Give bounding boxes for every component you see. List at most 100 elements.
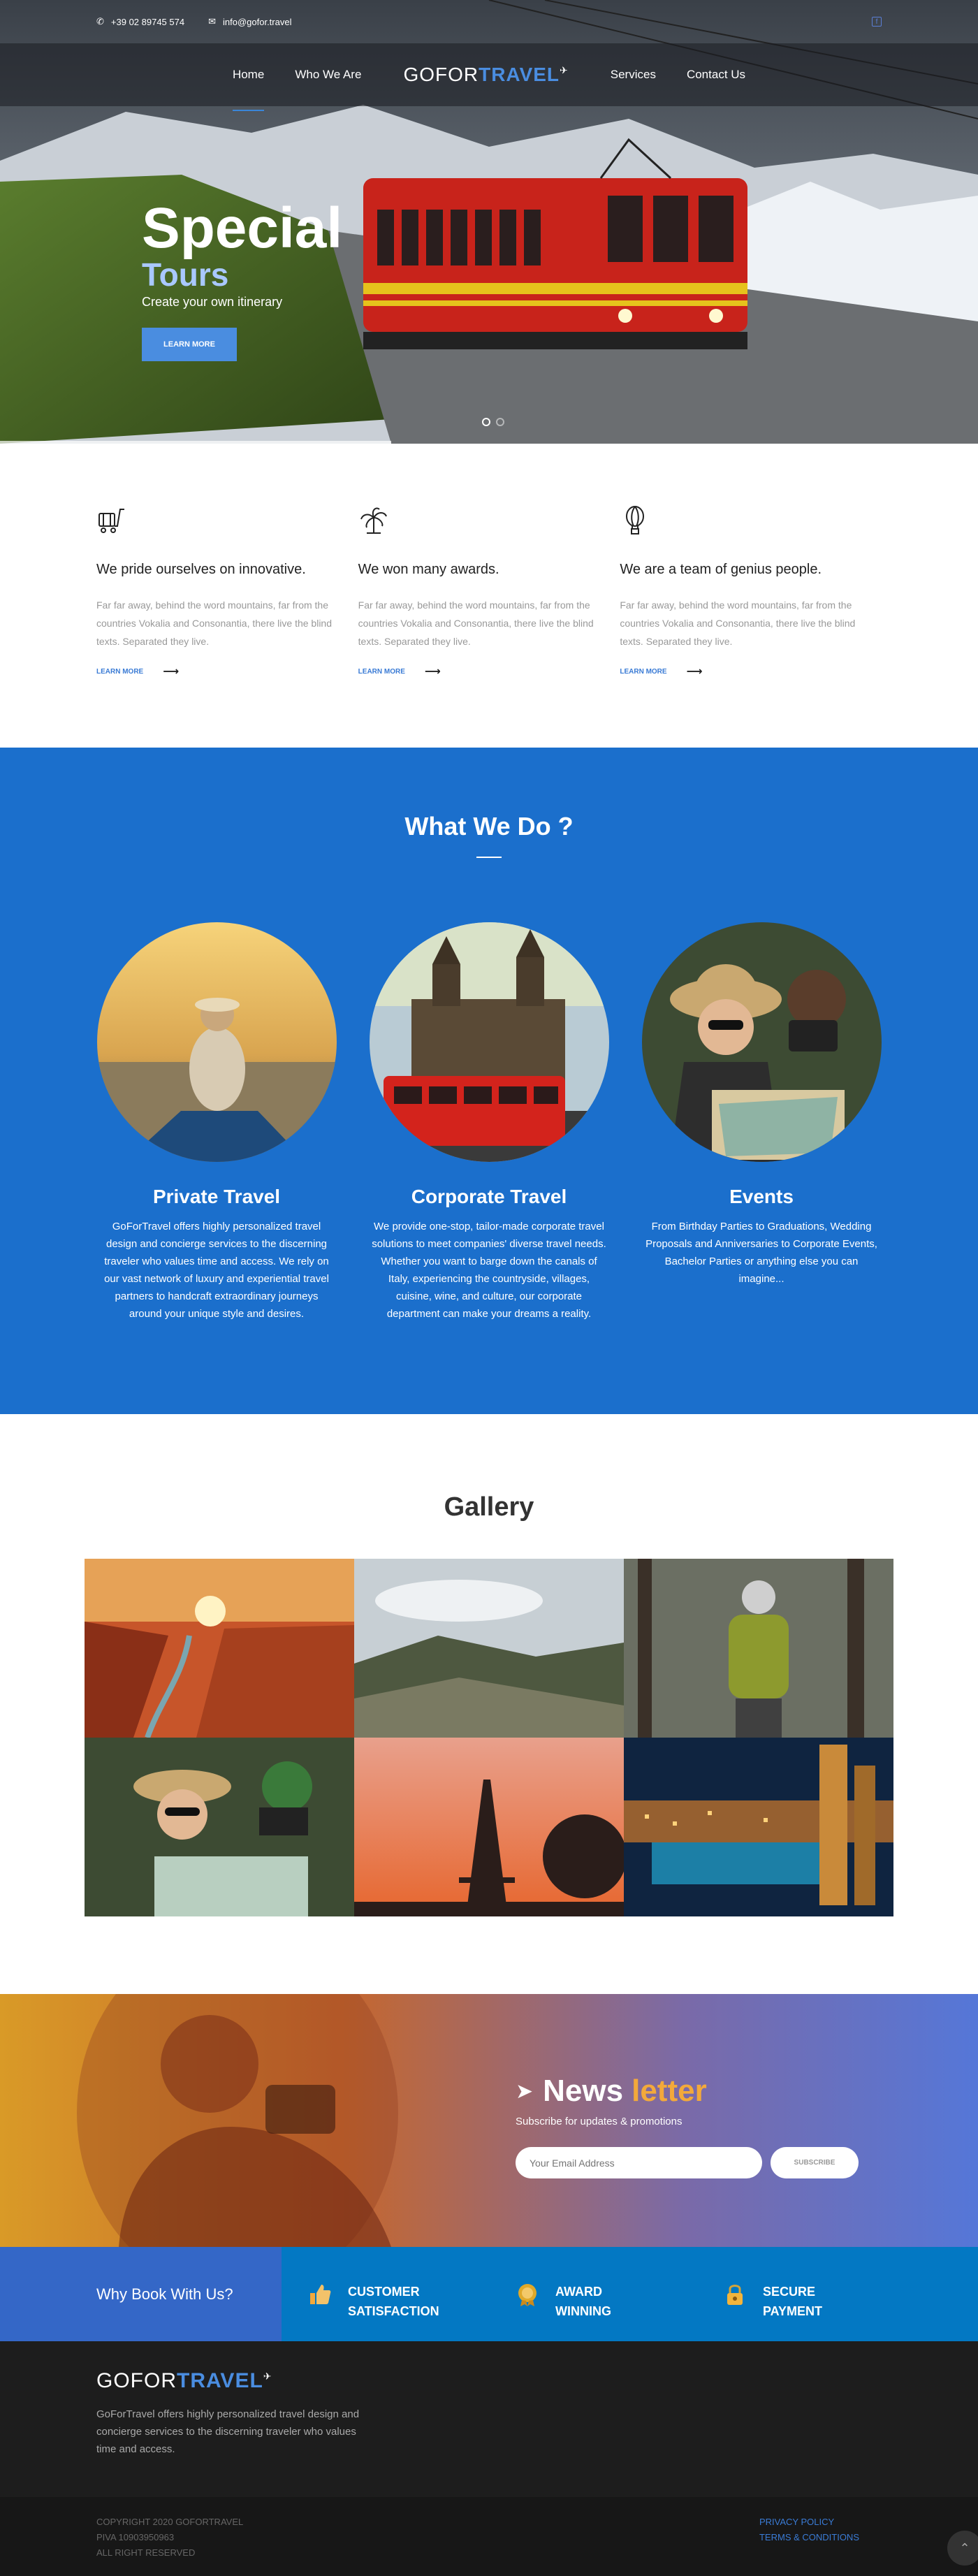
slider-dot[interactable] [496, 418, 504, 426]
why-item-line1: AWARD [555, 2285, 602, 2299]
palm-tree-icon [360, 507, 387, 534]
hot-air-balloon-icon [626, 506, 645, 534]
nav-services[interactable]: Services [611, 59, 656, 90]
why-item-label: SECURE PAYMENT [763, 2282, 868, 2321]
top-bar: ✆ +39 02 89745 574 ✉ info@gofor.travel f [0, 0, 978, 43]
why-book-title: Why Book With Us? [0, 2247, 282, 2341]
award-medal-icon [518, 2284, 537, 2306]
nav-contact-us[interactable]: Contact Us [687, 59, 745, 90]
feature-learn-more-link[interactable]: LEARN MORE ⟶ [620, 664, 882, 678]
slider-dot-active[interactable] [482, 418, 490, 426]
service-item: Private Travel GoForTravel offers highly… [91, 922, 342, 1323]
gallery-section: Gallery [0, 1414, 978, 1994]
arrow-right-icon: ⟶ [163, 666, 180, 678]
why-book-section: Why Book With Us? CUSTOMER SATISFACTION A… [0, 2247, 978, 2341]
thumbs-up-icon [310, 2285, 331, 2304]
why-item-line2: WINNING [555, 2304, 611, 2318]
hero-learn-more-button[interactable]: LEARN MORE [142, 328, 237, 361]
hero-title: Special [142, 196, 343, 260]
service-title: Private Travel [152, 1186, 281, 1207]
service-text: From Birthday Parties to Graduations, We… [645, 1221, 877, 1285]
why-item-label: AWARD WINNING [555, 2282, 660, 2321]
arrow-right-icon: ⟶ [424, 666, 441, 678]
learn-more-label: LEARN MORE [96, 667, 144, 676]
newsletter-title-a: News [543, 2074, 624, 2108]
newsletter-title-b: letter [632, 2074, 707, 2108]
hero-section: ✆ +39 02 89745 574 ✉ info@gofor.travel f… [0, 0, 978, 444]
legal-info: COPYRIGHT 2020 GOFORTRAVEL PIVA 10903950… [96, 2515, 243, 2559]
phone-contact[interactable]: ✆ +39 02 89745 574 [96, 16, 184, 27]
why-item: CUSTOMER SATISFACTION [307, 2282, 489, 2341]
nav-home[interactable]: Home [232, 59, 265, 111]
phone-number: +39 02 89745 574 [110, 16, 185, 27]
footer-logo-b: TRAVEL [177, 2369, 263, 2392]
feature-learn-more-link[interactable]: LEARN MORE ⟶ [358, 664, 620, 678]
feature-title: We pride ourselves on innovative. [96, 562, 306, 577]
learn-more-label: LEARN MORE [620, 667, 667, 676]
section-title: What We Do ? [404, 812, 574, 841]
why-item-line1: SECURE [763, 2285, 816, 2299]
subscribe-button[interactable]: SUBSCRIBE [771, 2147, 859, 2178]
gallery-image-mountain-valley[interactable] [354, 1559, 624, 1738]
slider-progress-bar [0, 441, 391, 444]
service-title: Events [729, 1186, 794, 1207]
piva-text: PIVA 10903950963 [96, 2532, 175, 2542]
newsletter-content: ➤ News letter Subscribe for updates & prom… [516, 2074, 859, 2178]
service-item: Events From Birthday Parties to Graduati… [636, 922, 887, 1323]
email-contact[interactable]: ✉ info@gofor.travel [208, 16, 291, 27]
plane-icon: ✈ [560, 64, 569, 76]
facebook-icon[interactable]: f [872, 17, 882, 27]
feature-text: Far far away, behind the word mountains,… [358, 599, 594, 647]
footer-logo[interactable]: GOFORTRAVEL✈ [96, 2369, 882, 2393]
main-nav: Home Who We Are GOFORTRAVEL✈ Services Co… [0, 43, 978, 111]
corporate-travel-image [369, 922, 609, 1162]
copyright-text: COPYRIGHT 2020 GOFORTRAVEL [96, 2517, 244, 2527]
gallery-image-city-night[interactable] [624, 1738, 893, 1916]
why-item: AWARD WINNING [515, 2282, 696, 2341]
hero-tagline: Create your own itinerary [142, 295, 283, 309]
privacy-policy-link[interactable]: PRIVACY POLICY [759, 2515, 859, 2530]
footer-description: GoForTravel offers highly personalized t… [96, 2408, 360, 2455]
site-logo[interactable]: GOFORTRAVEL✈ [403, 64, 568, 86]
why-item-line1: CUSTOMER [348, 2285, 420, 2299]
email-input[interactable] [516, 2147, 762, 2178]
logo-text-a: GOFOR [403, 64, 479, 85]
paper-plane-icon: ➤ [516, 2079, 534, 2103]
service-title: Corporate Travel [411, 1186, 567, 1207]
newsletter-title: ➤ News letter [516, 2074, 859, 2109]
gallery-image-eiffel-tower[interactable] [354, 1738, 624, 1916]
newsletter-section: ➤ News letter Subscribe for updates & prom… [0, 1994, 978, 2247]
newsletter-subtitle: Subscribe for updates & promotions [516, 2116, 683, 2127]
gallery-image-canyon-sunset[interactable] [85, 1559, 354, 1738]
feature-item: We pride ourselves on innovative. Far fa… [96, 505, 358, 748]
padlock-icon [727, 2285, 743, 2305]
events-image [641, 922, 882, 1162]
service-text: GoForTravel offers highly personalized t… [104, 1221, 329, 1320]
footer-logo-a: GOFOR [96, 2369, 177, 2392]
title-divider [476, 857, 502, 858]
service-item: Corporate Travel We provide one-stop, ta… [363, 922, 615, 1323]
terms-link[interactable]: TERMS & CONDITIONS [759, 2530, 859, 2545]
newsletter-form: SUBSCRIBE [516, 2147, 859, 2178]
why-item-line2: SATISFACTION [348, 2304, 439, 2318]
email-address: info@gofor.travel [223, 16, 292, 27]
logo-text-b: TRAVEL [479, 64, 560, 85]
gallery-image-hiker-forest[interactable] [624, 1559, 893, 1738]
back-to-top-icon[interactable]: ⌃ [947, 2531, 978, 2566]
feature-title: We are a team of genius people. [620, 562, 822, 577]
envelope-icon: ✉ [208, 16, 216, 27]
nav-who-we-are[interactable]: Who We Are [295, 59, 361, 90]
gallery-grid [85, 1559, 893, 1916]
legal-links: PRIVACY POLICY TERMS & CONDITIONS [759, 2515, 859, 2559]
gallery-title: Gallery [444, 1492, 534, 1522]
private-travel-image [96, 922, 337, 1162]
hero-subtitle: Tours [142, 256, 229, 293]
feature-learn-more-link[interactable]: LEARN MORE ⟶ [96, 664, 358, 678]
luggage-cart-icon [98, 509, 124, 533]
why-item: SECURE PAYMENT [722, 2282, 904, 2341]
rights-text: ALL RIGHT RESERVED [96, 2547, 196, 2558]
feature-text: Far far away, behind the word mountains,… [620, 599, 856, 647]
gallery-image-travelers-map[interactable] [85, 1738, 354, 1916]
why-item-line2: PAYMENT [763, 2304, 823, 2318]
learn-more-label: LEARN MORE [358, 667, 405, 676]
